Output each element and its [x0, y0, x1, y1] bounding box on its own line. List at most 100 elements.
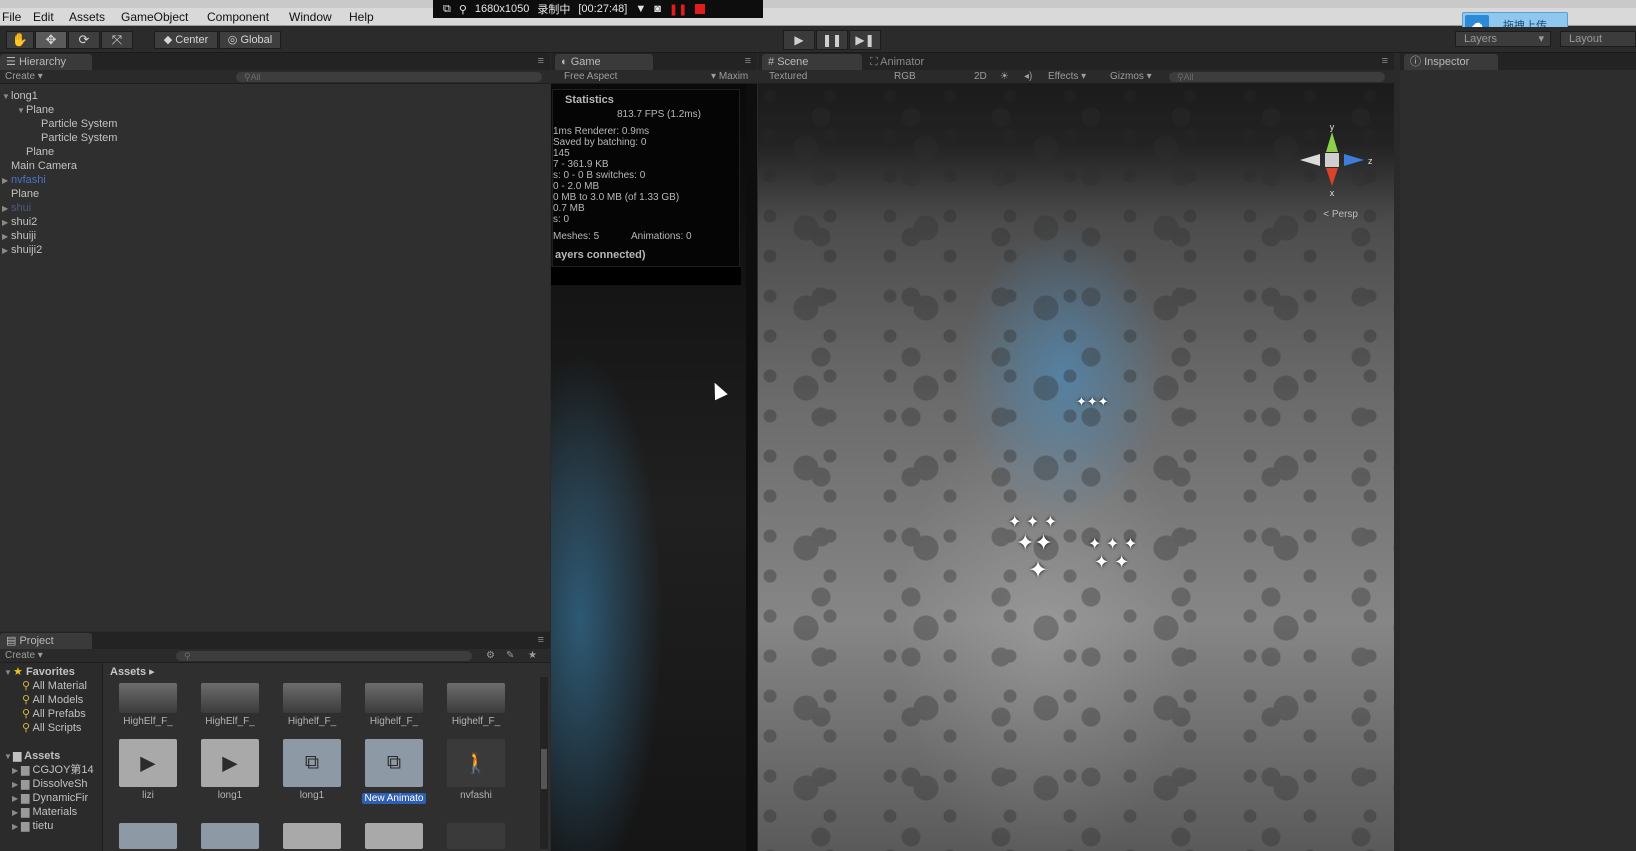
stop-record-icon[interactable] — [695, 4, 706, 14]
particle-gizmo-icon[interactable]: ✦ — [1028, 556, 1048, 585]
asset-tile[interactable]: Highelf_F_ — [354, 683, 434, 727]
assets-scrollbar[interactable] — [540, 677, 548, 849]
menu-file[interactable]: File — [2, 10, 21, 24]
asset-tile[interactable]: HighElf_F_ — [108, 683, 188, 727]
pause-button[interactable]: ❚❚ — [816, 30, 848, 50]
asset-tile[interactable] — [272, 823, 352, 849]
expand-arrow-icon[interactable]: ▼ — [17, 104, 26, 118]
maximize-on-play-toggle[interactable]: ▾ Maxim — [711, 71, 748, 82]
menu-component[interactable]: Component — [207, 10, 269, 24]
move-tool-button[interactable]: ✥ — [35, 31, 67, 49]
scene-viewport[interactable]: ✦✦✦ ✦ ✦ ✦ ✦✦ ✦ ✦ ✦ ✦ ✦ ✦ y z x < Persp — [758, 84, 1394, 851]
draw-mode-dropdown[interactable]: Textured — [769, 71, 807, 82]
play-button[interactable]: ▶ — [783, 30, 815, 50]
projection-label[interactable]: < Persp — [1323, 209, 1358, 220]
favorite-item[interactable]: ⚲ All Scripts — [22, 721, 81, 735]
rotate-tool-button[interactable]: ⟳ — [68, 31, 100, 49]
y-axis-cone-icon[interactable] — [1326, 132, 1338, 152]
gizmos-dropdown[interactable]: Gizmos ▾ — [1110, 71, 1152, 82]
project-breadcrumb[interactable]: Assets ▸ — [110, 665, 155, 678]
tab-game[interactable]: ◐ Game — [555, 54, 653, 70]
scrollbar-thumb[interactable] — [541, 749, 547, 789]
particle-gizmo-icon[interactable]: ✦ ✦ — [1094, 552, 1129, 573]
favorite-item[interactable]: ⚲ All Models — [22, 693, 83, 707]
favorite-item[interactable]: ⚲ All Material — [22, 679, 87, 693]
asset-tile[interactable]: Highelf_F_ — [272, 683, 352, 727]
panel-menu-icon[interactable]: ≡ — [538, 634, 544, 646]
neg-z-axis-cone-icon[interactable] — [1300, 154, 1320, 166]
hierarchy-item[interactable]: ▶ nvfashi — [2, 173, 46, 187]
hierarchy-item[interactable]: ▶ shuiji — [2, 229, 36, 243]
layout-dropdown[interactable]: Layout — [1560, 31, 1636, 47]
hierarchy-create-button[interactable]: Create ▾ — [5, 71, 43, 82]
game-view[interactable]: Statistics 813.7 FPS (1.2ms) 1ms Rendere… — [551, 84, 746, 851]
pause-record-icon[interactable]: ❚❚ — [669, 3, 687, 16]
particle-gizmo-icon[interactable]: ✦ ✦ ✦ — [1088, 534, 1137, 554]
asset-tile[interactable]: ▶ lizi — [108, 739, 188, 801]
collapse-arrow-icon[interactable]: ▶ — [12, 820, 21, 834]
hierarchy-item[interactable]: ▶ shuiji2 — [2, 243, 42, 257]
audio-toggle-icon[interactable]: ◂) — [1024, 71, 1032, 82]
dropdown-icon[interactable]: ▼ — [635, 3, 646, 15]
asset-folder-item[interactable]: ▶ ▆ DissolveSh — [12, 777, 88, 791]
collapse-arrow-icon[interactable]: ▶ — [12, 792, 21, 806]
asset-folder-item[interactable]: ▶ ▆ CGJOY第14 — [12, 763, 94, 777]
scene-orientation-gizmo[interactable]: y z x — [1292, 124, 1372, 204]
step-button[interactable]: ▶❚ — [849, 30, 881, 50]
expand-arrow-icon[interactable]: ▼ — [2, 90, 11, 104]
panel-menu-icon[interactable]: ≡ — [745, 55, 751, 67]
project-create-button[interactable]: Create ▾ — [5, 650, 43, 661]
toggle-2d-button[interactable]: 2D — [974, 71, 987, 82]
x-axis-cone-icon[interactable] — [1326, 168, 1338, 186]
asset-tile[interactable]: ⧉ long1 — [272, 739, 352, 801]
hierarchy-item[interactable]: Particle System — [32, 131, 117, 145]
collapse-arrow-icon[interactable]: ▶ — [12, 806, 21, 820]
asset-tile[interactable] — [190, 823, 270, 849]
hierarchy-item[interactable]: Plane — [2, 187, 39, 201]
asset-tile[interactable] — [436, 823, 516, 849]
gizmo-center-cube[interactable] — [1325, 153, 1339, 167]
asset-tile[interactable]: ▶ long1 — [190, 739, 270, 801]
favorite-star-icon[interactable]: ★ — [528, 650, 537, 661]
asset-tile[interactable]: ⧉ New Animato — [354, 739, 434, 804]
project-search-input[interactable]: ⚲ — [176, 651, 472, 661]
collapse-arrow-icon[interactable]: ▶ — [2, 202, 11, 216]
tab-project[interactable]: ▤ Project — [0, 633, 92, 649]
asset-folder-item[interactable]: ▶ ▆ Materials — [12, 805, 77, 819]
hierarchy-item[interactable]: Particle System — [32, 117, 117, 131]
hierarchy-item[interactable]: ▶ shui — [2, 201, 31, 215]
hierarchy-item[interactable]: ▼Plane — [17, 103, 54, 117]
particle-gizmo-icon[interactable]: ✦✦✦ — [1076, 394, 1109, 410]
collapse-arrow-icon[interactable]: ▶ — [12, 778, 21, 792]
pivot-global-toggle[interactable]: ◎ Global — [219, 31, 281, 49]
favorites-header[interactable]: ▼★ Favorites — [4, 665, 75, 679]
scale-tool-button[interactable]: ⤧ — [101, 31, 133, 49]
collapse-arrow-icon[interactable]: ▶ — [12, 764, 21, 778]
asset-tile[interactable] — [108, 823, 188, 849]
panel-menu-icon[interactable]: ≡ — [1382, 55, 1388, 67]
menu-edit[interactable]: Edit — [33, 10, 54, 24]
collapse-arrow-icon[interactable]: ▶ — [2, 244, 11, 258]
filter-type-icon[interactable]: ⚙ — [486, 650, 495, 661]
hierarchy-item[interactable]: Main Camera — [2, 159, 77, 173]
collapse-arrow-icon[interactable]: ▶ — [2, 216, 11, 230]
asset-tile[interactable]: Highelf_F_ — [436, 683, 516, 727]
hierarchy-item[interactable]: Plane — [17, 145, 54, 159]
scene-search-input[interactable]: ⚲All — [1169, 72, 1385, 82]
collapse-arrow-icon[interactable]: ▶ — [2, 230, 11, 244]
filter-label-icon[interactable]: ✎ — [506, 650, 514, 661]
layers-dropdown[interactable]: Layers ▾ — [1455, 31, 1551, 47]
particle-gizmo-icon[interactable]: ✦✦ — [1016, 530, 1053, 556]
effects-dropdown[interactable]: Effects ▾ — [1048, 71, 1086, 82]
asset-tile[interactable] — [354, 823, 434, 849]
menu-gameobject[interactable]: GameObject — [121, 10, 188, 24]
hierarchy-item[interactable]: ▼long1 — [2, 89, 38, 103]
pivot-center-toggle[interactable]: ◆ Center — [154, 31, 218, 49]
tab-scene[interactable]: # Scene — [762, 54, 862, 70]
particle-gizmo-icon[interactable]: ✦ ✦ ✦ — [1008, 512, 1057, 532]
asset-tile[interactable]: HighElf_F_ — [190, 683, 270, 727]
tab-hierarchy[interactable]: ☰ Hierarchy — [0, 54, 92, 70]
zoom-icon[interactable]: ⚲ — [459, 3, 467, 16]
menu-help[interactable]: Help — [349, 10, 374, 24]
camera-icon[interactable]: ◙ — [654, 3, 661, 15]
